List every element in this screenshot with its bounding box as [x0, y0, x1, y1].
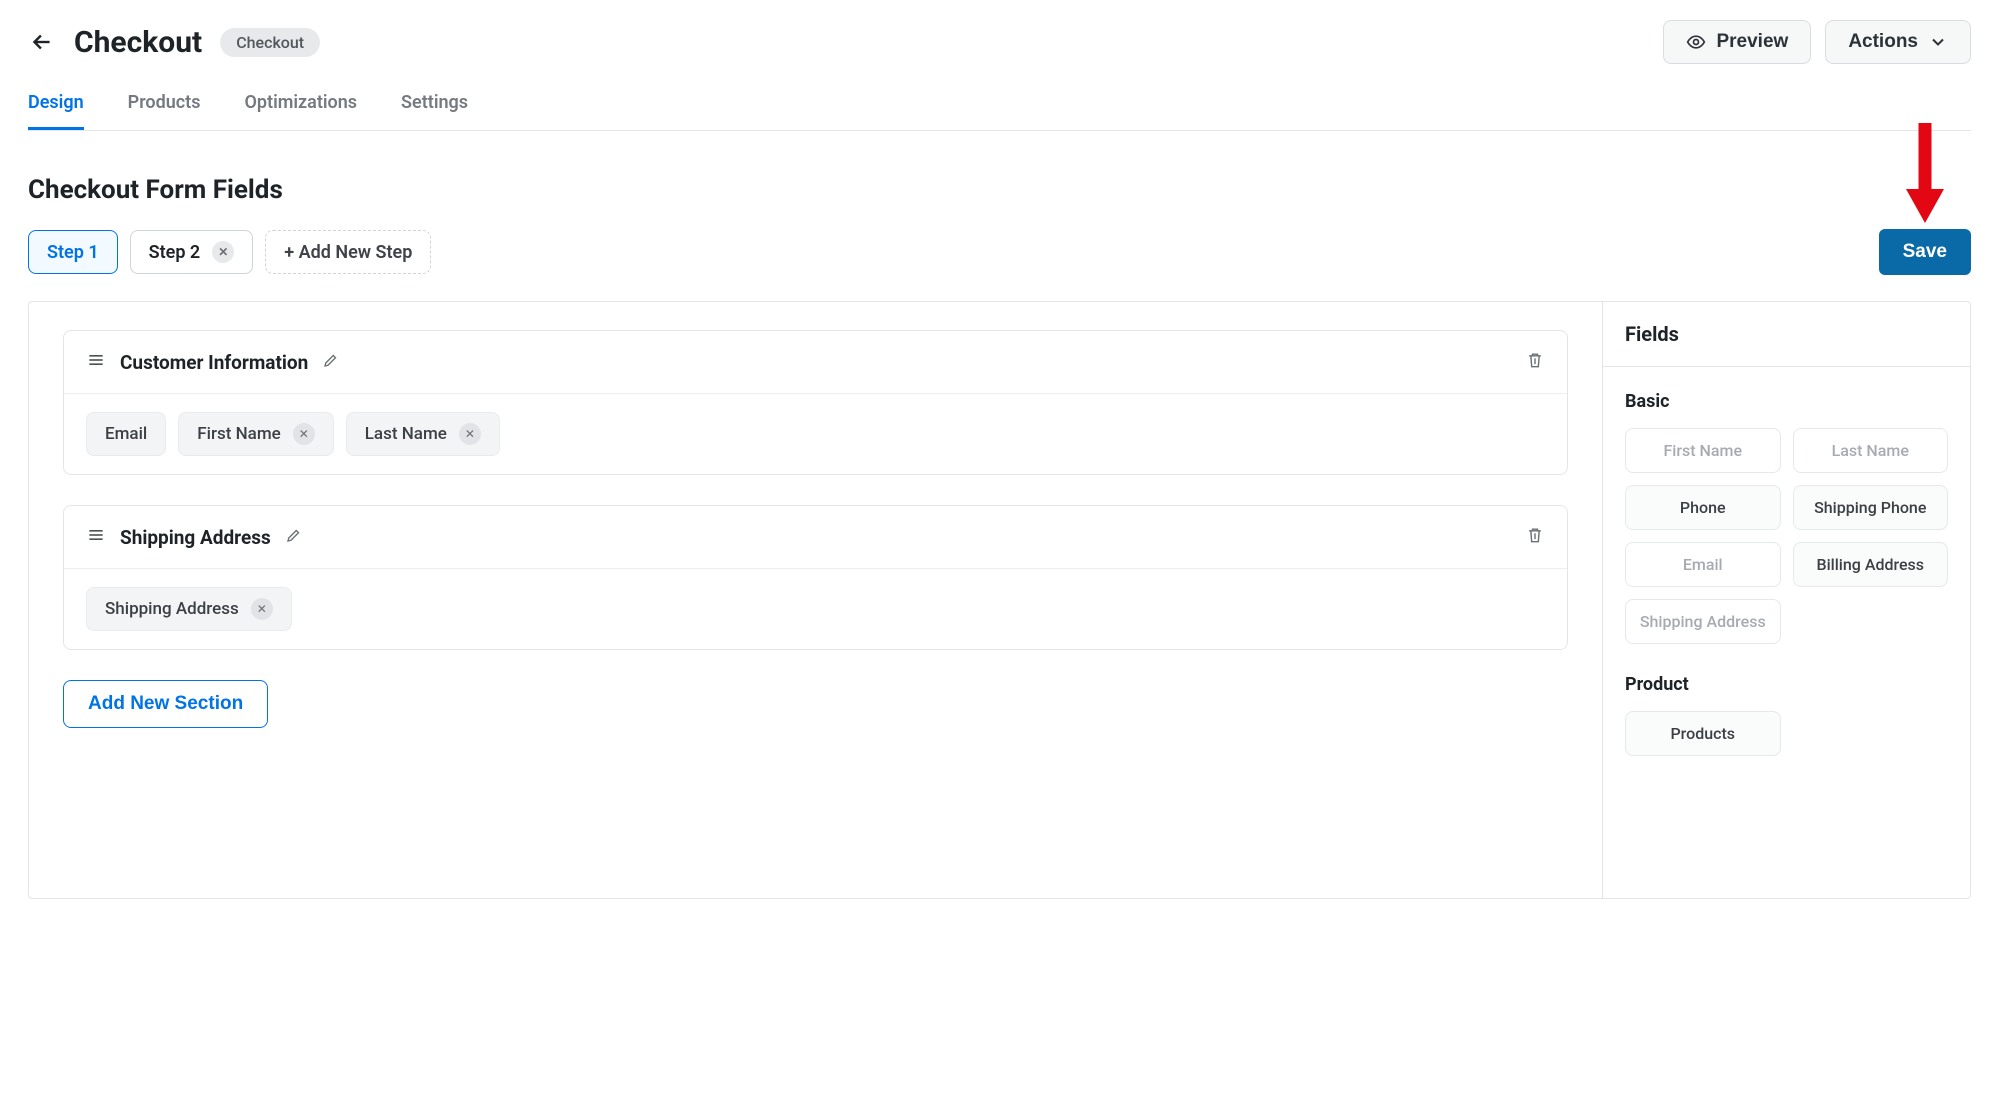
- step-label: Step 2: [149, 242, 201, 263]
- sidebar-group-title: Basic: [1625, 391, 1948, 412]
- close-icon[interactable]: ✕: [293, 423, 315, 445]
- preview-label: Preview: [1716, 31, 1788, 53]
- tab-design[interactable]: Design: [28, 92, 84, 130]
- trash-icon[interactable]: [1525, 349, 1545, 375]
- section-card-head-left: Shipping Address: [86, 525, 303, 549]
- sidebar-field-pill[interactable]: Email: [1625, 542, 1781, 587]
- section-card-head-left: Customer Information: [86, 350, 340, 374]
- close-icon[interactable]: ✕: [459, 423, 481, 445]
- sidebar-field-pill[interactable]: Products: [1625, 711, 1781, 756]
- field-chip-label: Email: [105, 424, 147, 444]
- sidebar-field-pill[interactable]: Last Name: [1793, 428, 1949, 473]
- add-step-button[interactable]: + Add New Step: [265, 230, 431, 274]
- steps-row: Step 1 Step 2 ✕ + Add New Step Save: [28, 229, 1971, 275]
- steps-left: Step 1 Step 2 ✕ + Add New Step: [28, 230, 431, 274]
- step-chip-1[interactable]: Step 1: [28, 230, 118, 274]
- preview-button[interactable]: Preview: [1663, 20, 1811, 64]
- actions-label: Actions: [1848, 31, 1918, 53]
- edit-icon[interactable]: [285, 526, 303, 548]
- section-card-body: Shipping Address ✕: [64, 569, 1567, 649]
- annotation-red-arrow-icon: [1902, 117, 1948, 227]
- section-card-head: Shipping Address: [64, 506, 1567, 569]
- close-icon[interactable]: ✕: [251, 598, 273, 620]
- field-chip-label: Shipping Address: [105, 599, 239, 619]
- fields-sidebar: Fields Basic First Name Last Name Phone Ship…: [1602, 302, 1970, 898]
- add-section-button[interactable]: Add New Section: [63, 680, 268, 728]
- drag-handle-icon[interactable]: [86, 350, 106, 374]
- sidebar-field-grid: Products: [1625, 711, 1948, 756]
- close-icon[interactable]: ✕: [212, 241, 234, 263]
- section-card: Shipping Address Shipping Address ✕: [63, 505, 1568, 650]
- section-card: Customer InformationEmailFirst Name✕Last…: [63, 330, 1568, 475]
- section-card-title: Shipping Address: [120, 526, 271, 549]
- sidebar-body: Basic First Name Last Name Phone Shipping Ph…: [1603, 367, 1970, 776]
- field-chip-label: Last Name: [365, 424, 447, 444]
- page-header: Checkout Checkout Preview Actions: [28, 20, 1971, 64]
- sidebar-field-pill[interactable]: Billing Address: [1793, 542, 1949, 587]
- save-button[interactable]: Save: [1879, 229, 1971, 275]
- chevron-down-icon: [1928, 32, 1948, 52]
- sidebar-field-grid: First Name Last Name Phone Shipping Phone Em…: [1625, 428, 1948, 644]
- section-card-head: Customer Information: [64, 331, 1567, 394]
- header-left: Checkout Checkout: [28, 25, 320, 60]
- sidebar-field-pill[interactable]: Shipping Address: [1625, 599, 1781, 644]
- actions-button[interactable]: Actions: [1825, 20, 1971, 64]
- section-card-title: Customer Information: [120, 351, 308, 374]
- field-chip-label: First Name: [197, 424, 280, 444]
- sidebar-field-pill[interactable]: First Name: [1625, 428, 1781, 473]
- section-card-body: Email First Name ✕ Last Name ✕: [64, 394, 1567, 474]
- section-title: Checkout Form Fields: [28, 175, 1971, 205]
- sidebar-field-pill[interactable]: Shipping Phone: [1793, 485, 1949, 530]
- step-label: Step 1: [47, 242, 99, 263]
- save-button-wrap: Save: [1879, 229, 1971, 275]
- eye-icon: [1686, 32, 1706, 52]
- field-chip[interactable]: First Name ✕: [178, 412, 333, 456]
- sidebar-group-title: Product: [1625, 674, 1948, 695]
- field-chip[interactable]: Shipping Address ✕: [86, 587, 292, 631]
- field-chip[interactable]: Email: [86, 412, 166, 456]
- sidebar-field-pill[interactable]: Phone: [1625, 485, 1781, 530]
- arrow-left-icon: [29, 29, 55, 55]
- field-chip[interactable]: Last Name ✕: [346, 412, 500, 456]
- tab-optimizations[interactable]: Optimizations: [244, 92, 357, 130]
- page-type-badge: Checkout: [220, 28, 320, 57]
- back-button[interactable]: [28, 28, 56, 56]
- tab-settings[interactable]: Settings: [401, 92, 468, 130]
- page-title: Checkout: [74, 25, 202, 60]
- drag-handle-icon[interactable]: [86, 525, 106, 549]
- sidebar-title: Fields: [1603, 302, 1970, 367]
- trash-icon[interactable]: [1525, 524, 1545, 550]
- tab-row: Design Products Optimizations Settings: [28, 92, 1971, 131]
- tab-products[interactable]: Products: [128, 92, 201, 130]
- header-right: Preview Actions: [1663, 20, 1971, 64]
- step-chip-2[interactable]: Step 2 ✕: [130, 230, 254, 274]
- edit-icon[interactable]: [322, 351, 340, 373]
- main-layout: Customer InformationEmailFirst Name✕Last…: [28, 301, 1971, 899]
- main-left: Customer InformationEmailFirst Name✕Last…: [29, 302, 1602, 898]
